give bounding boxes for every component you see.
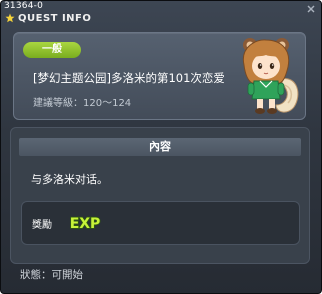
quest-type-badge: 一般 bbox=[23, 42, 81, 58]
exp-text: EXP bbox=[70, 216, 101, 232]
reward-label: 獎勵 bbox=[32, 220, 52, 231]
npc-portrait bbox=[242, 38, 299, 114]
content-header: 內容 bbox=[19, 138, 301, 156]
quest-info-window: 31364-0 QUEST INFO 一般 [梦幻主题公园]多洛米的第101次恋… bbox=[0, 0, 322, 294]
quest-summary-panel: 一般 [梦幻主题公园]多洛米的第101次恋爱 建議等級：120～124 bbox=[13, 32, 306, 120]
star-icon bbox=[5, 13, 15, 23]
quest-status: 狀態：可開始 bbox=[20, 269, 83, 281]
quest-name: [梦幻主题公园]多洛米的第101次恋爱 bbox=[33, 71, 225, 85]
close-icon[interactable] bbox=[305, 3, 317, 15]
quest-id: 31364-0 bbox=[4, 1, 44, 11]
exp-icon: EXP bbox=[69, 215, 101, 233]
reward-box: 獎勵 EXP bbox=[21, 201, 300, 245]
quest-detail-panel: 內容 与多洛米对话。 獎勵 EXP bbox=[10, 127, 310, 264]
content-text: 与多洛米对话。 bbox=[31, 173, 108, 186]
recommended-level: 建議等級：120～124 bbox=[33, 98, 132, 109]
window-title: QUEST INFO bbox=[18, 12, 92, 24]
title-bar: QUEST INFO bbox=[1, 11, 91, 25]
